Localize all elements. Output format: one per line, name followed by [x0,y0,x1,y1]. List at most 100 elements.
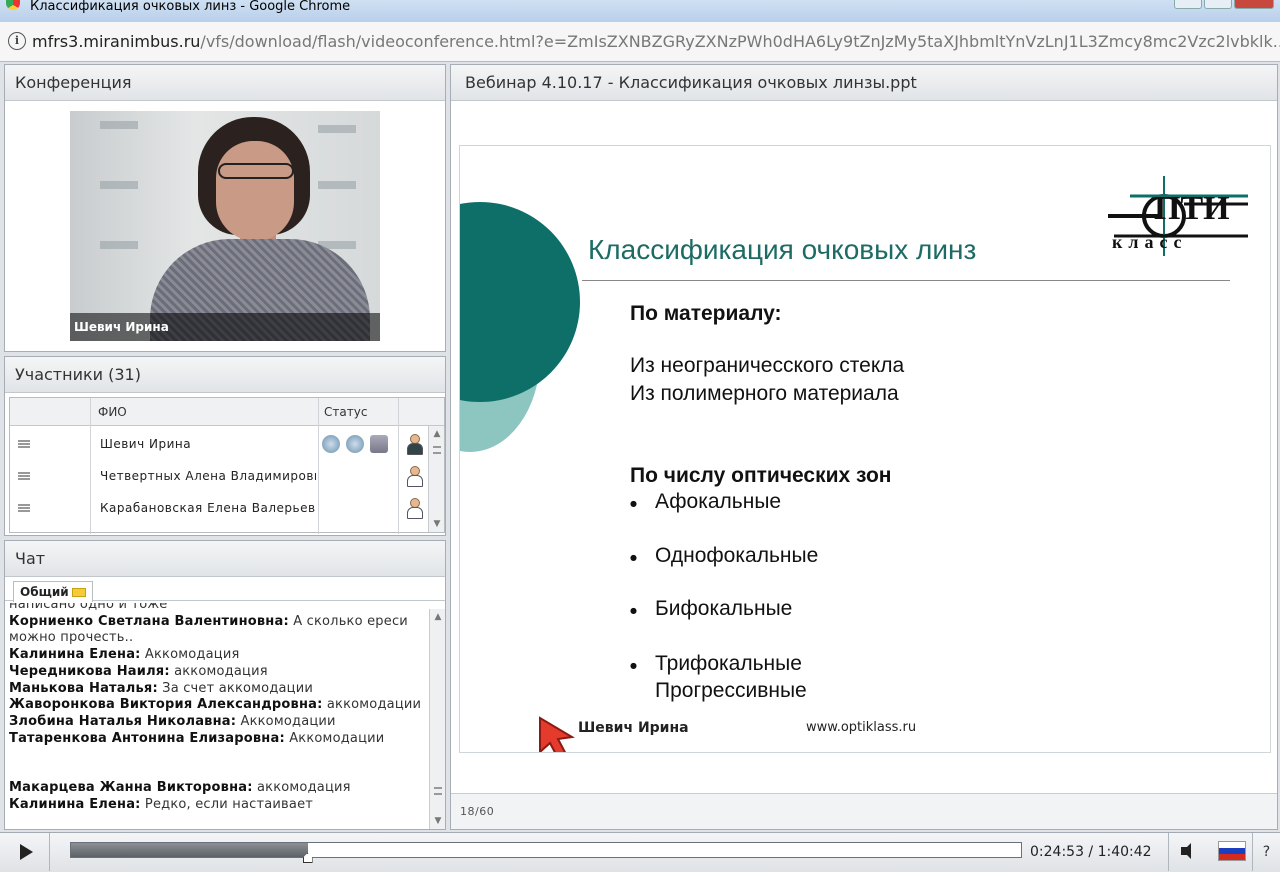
pointer-arrow-icon [539,716,575,752]
user-icon [406,466,423,487]
wall-logo [100,181,138,189]
user-icon [406,434,423,455]
slide-bullet: Трифокальные [655,652,802,675]
slide-website: www.optiklass.ru [806,720,917,735]
maximize-button[interactable] [1204,0,1232,9]
chat-panel: Чат Общий написано одно и тоже Корниенко… [4,540,446,830]
chat-message: Злобина Наталья Николавна: Аккомодации [9,713,336,729]
bullet-icon: ● [630,499,637,508]
presentation-header: Вебинар 4.10.17 - Классификация очковых … [451,65,1277,101]
bullet-icon: ● [630,553,637,562]
conference-panel: Конференция Шевич Ирина [4,64,446,352]
participants-panel: Участники (31) ФИО Статус Шевич Ирина Че… [4,356,446,536]
conference-header: Конференция [5,65,445,101]
microphone-icon[interactable] [322,435,340,453]
scroll-grip[interactable] [434,787,442,795]
participant-row[interactable]: Карабановская Елена Валерьевна [10,492,424,524]
slide-title: Классификация очковых линз [588,234,977,265]
participants-table-header: ФИО Статус [10,398,444,426]
window-titlebar: Классификация очковых линз - Google Chro… [0,0,1280,22]
wall-logo [318,125,356,133]
scroll-down-icon[interactable]: ▼ [430,813,446,829]
url-host: mfrs3.miranimbus.ru [32,32,201,51]
chat-tabs: Общий [5,577,445,602]
window-title: Классификация очковых линз - Google Chro… [30,0,351,14]
slide-bullet: Афокальные [655,490,782,513]
chat-message: Манькова Наталья: За счет аккомодации [9,680,314,696]
chat-message: Калинина Елена: Аккомодация [9,647,240,663]
menu-icon[interactable] [18,440,30,448]
info-icon[interactable]: i [8,32,26,50]
chrome-icon [6,0,20,10]
chat-message: Жаворонкова Виктория Александровна: акко… [9,697,422,713]
envelope-icon [71,588,86,597]
wall-logo [100,121,138,129]
scroll-up-icon[interactable]: ▲ [429,426,445,442]
close-button[interactable] [1234,0,1274,9]
participant-name: Четвертных Алена Владимировна [100,469,316,483]
wall-logo [318,181,356,189]
chat-message: Татаренкова Антонина Елизаровна: Аккомод… [9,730,385,746]
chat-message: Макарцева Жанна Викторовна: аккомодация [9,780,351,796]
language-flag-icon[interactable] [1218,841,1246,861]
tab-general[interactable]: Общий [13,581,93,602]
participants-table: ФИО Статус Шевич Ирина Четвертных Алена … [9,397,445,534]
seek-bar[interactable] [70,842,1022,863]
col-fio[interactable]: ФИО [98,398,127,426]
user-icon [406,498,423,519]
col-status[interactable]: Статус [324,398,367,426]
slide-bullet: Однофокальные [655,544,819,567]
menu-icon[interactable] [18,504,30,512]
chat-header: Чат [5,541,445,577]
chat-scrollbar[interactable]: ▲ ▼ [429,609,445,829]
player-bar: 0:24:53 / 1:40:42 ? [0,832,1280,872]
logo-subtext: класс [1112,232,1188,252]
bullet-icon: ● [630,661,637,670]
playback-time: 0:24:53 / 1:40:42 [1030,844,1152,860]
headset-icon[interactable] [346,435,364,453]
page-indicator: 18/60 [451,793,1277,829]
slide-bullet: Бифокальные [655,597,793,620]
chat-message: написано одно и тоже [9,603,168,612]
section1-heading: По материалу: [630,302,782,325]
section2-heading: По числу оптических зон [630,464,892,487]
participant-row[interactable]: Четвертных Алена Владимировна [10,460,424,492]
presentation-panel: Вебинар 4.10.17 - Классификация очковых … [450,64,1278,830]
play-button[interactable] [0,833,50,871]
help-button[interactable]: ? [1252,833,1280,871]
chat-message: Калинина Елена: Редко, если настаивает [9,797,314,813]
seek-progress [71,843,308,857]
speaker-video[interactable]: Шевич Ирина [70,111,380,341]
speaker-glasses [218,163,294,179]
slide-extra-line: Прогрессивные [655,679,807,702]
url-path: /vfs/download/flash/videoconference.html… [200,32,1280,51]
participant-status [322,435,388,453]
participants-scrollbar[interactable]: ▲ ▼ [428,426,444,532]
menu-icon[interactable] [18,472,30,480]
tab-general-label: Общий [20,585,69,599]
address-bar[interactable]: i mfrs3.miranimbus.ru/vfs/download/flash… [0,22,1280,62]
minimize-button[interactable] [1174,0,1202,9]
participant-row[interactable]: Шевич Ирина [10,428,424,460]
chat-message: Чередникова Наиля: аккомодация [9,663,268,679]
volume-icon[interactable] [1168,833,1208,871]
wall-logo [100,241,138,249]
participants-header: Участники (31) [5,357,445,393]
scroll-grip[interactable] [433,446,441,454]
bullet-icon: ● [630,606,637,615]
participant-name: Карабановская Елена Валерьевна [100,501,316,515]
section1-item: Из неограничесского стекла [630,354,905,377]
scroll-down-icon[interactable]: ▼ [429,516,445,532]
camera-off-icon[interactable] [370,435,388,453]
scroll-up-icon[interactable]: ▲ [430,609,446,625]
slide-author: Шевич Ирина [578,720,689,736]
slide-decor-circle [460,202,580,402]
slide-divider [582,280,1230,281]
participant-name: Шевич Ирина [100,437,192,451]
window-controls [1174,0,1274,9]
speaker-name: Шевич Ирина [70,313,380,341]
optiklass-logo: ПТИ класс [1100,166,1250,256]
section1-item: Из полимерного материала [630,382,899,405]
logo-text: ПТИ [1154,190,1230,227]
slide: ПТИ класс Классификация очковых линз По … [459,145,1271,753]
